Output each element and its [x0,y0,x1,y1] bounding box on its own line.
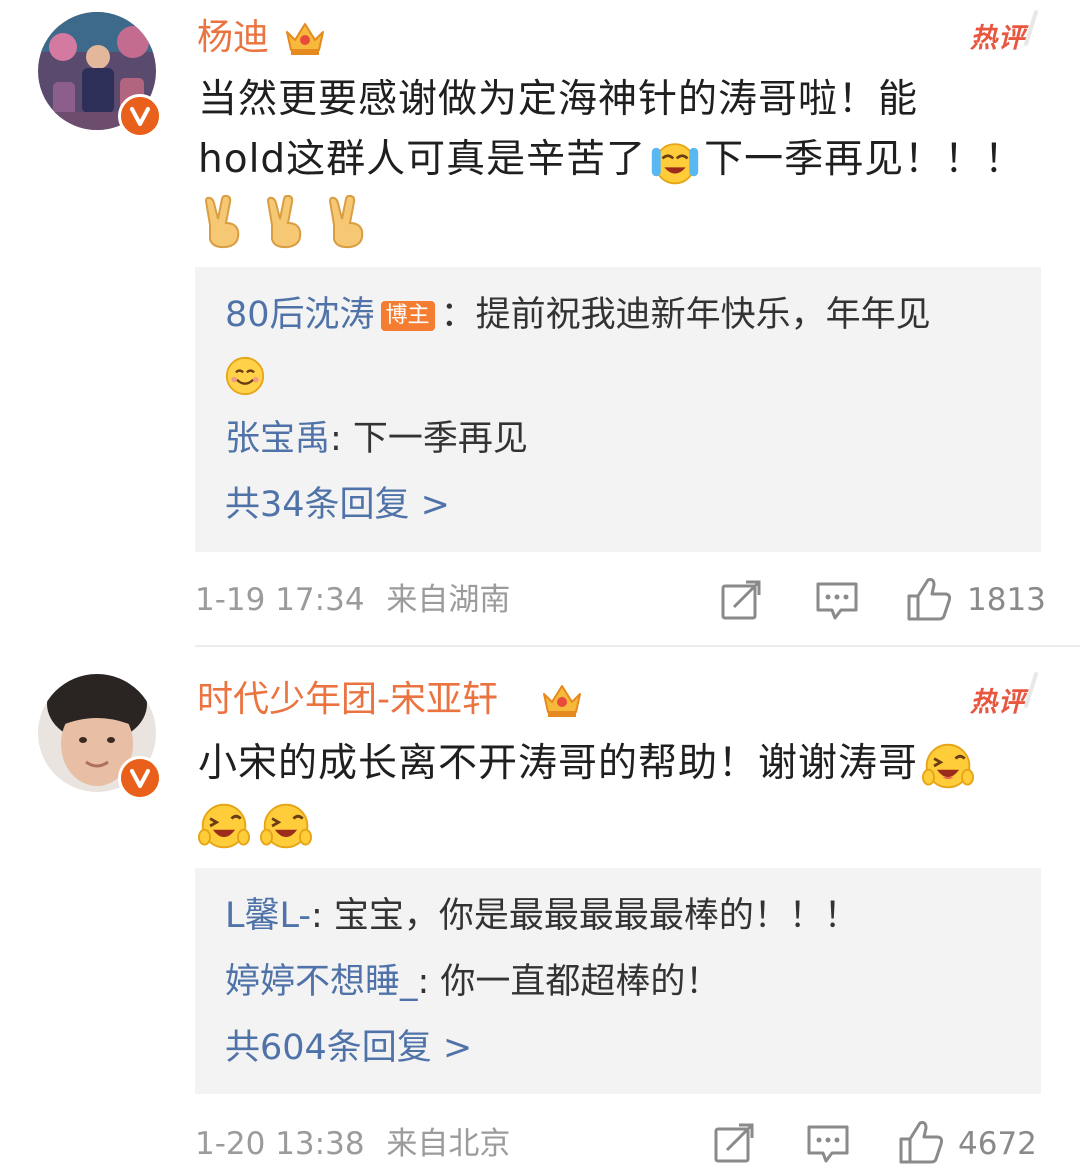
comment-username[interactable]: 时代少年团-宋亚轩 [197,678,498,722]
like-count: 1813 [967,582,1046,618]
wink-laugh-emoji [198,800,250,852]
reply-item[interactable]: 婷婷不想睡_: 你一直都超棒的！ [225,954,1011,1010]
reply-username[interactable]: 婷婷不想睡_ [225,962,418,1002]
reply-preview-box[interactable]: 80后沈涛 博主 ：提前祝我迪新年快乐，年年见 张宝禹: 下一季再见 共34条回复 … [195,267,1041,552]
victory-hand-emoji [200,194,246,249]
comment-item: 时代少年团-宋亚轩 热评 小宋的成长离不开涛哥的帮助！谢谢涛哥 L馨L-: 宝宝… [0,648,1080,1168]
view-all-replies-link[interactable]: 共34条回复 > [225,477,1011,533]
victory-hand-emoji [324,194,370,249]
reply-preview-box[interactable]: L馨L-: 宝宝，你是最最最最最棒的！！！ 婷婷不想睡_: 你一直都超棒的！ 共… [195,868,1041,1094]
comment-username[interactable]: 杨迪 [197,16,269,60]
share-icon[interactable] [720,579,762,621]
comment-text: 小宋的成长离不开涛哥的帮助！谢谢涛哥 [198,734,1038,854]
thumbs-up-icon[interactable] [906,576,952,622]
comment-text-part: 下一季再见！！！ [704,137,1025,182]
verified-badge [118,756,162,800]
comment-timestamp: 1-20 13:38 [195,1126,365,1162]
share-icon[interactable] [713,1122,755,1164]
hot-badge-decoration [1022,670,1040,710]
hot-comment-badge: 热评 [970,687,1026,718]
smile-emoji [225,356,265,396]
comment-location: 来自湖南 [386,582,511,618]
verified-v-icon [121,759,159,797]
view-all-replies-link[interactable]: 共604条回复 > [225,1020,1011,1076]
reply-username[interactable]: L馨L- [225,896,311,936]
reply-item[interactable]: 80后沈涛 博主 ：提前祝我迪新年快乐，年年见 [225,287,1011,343]
comment-timestamp: 1-19 17:34 [195,582,365,618]
comment-text-line: hold这群人可真是辛苦了 下一季再见！！！ [198,130,1038,190]
comment-icon[interactable] [815,580,859,622]
wink-laugh-emoji [260,800,312,852]
thumbs-up-icon[interactable] [898,1119,944,1165]
crown-icon [283,18,327,58]
comment-text: 当然更要感谢做为定海神针的涛哥啦！能 hold这群人可真是辛苦了 下一季再见！！… [198,70,1038,250]
reply-item[interactable]: L馨L-: 宝宝，你是最最最最最棒的！！！ [225,888,1011,944]
comment-icon[interactable] [806,1123,850,1165]
verified-badge [118,94,162,138]
reply-text: : 下一季再见 [330,419,528,459]
like-count: 4672 [958,1126,1037,1162]
crown-icon [540,680,584,720]
reply-username[interactable]: 80后沈涛 [225,295,375,335]
comment-text-line: 小宋的成长离不开涛哥的帮助！谢谢涛哥 [198,734,1038,794]
comment-emoji-row [198,190,1038,250]
victory-hand-emoji [262,194,308,249]
hot-comment-badge: 热评 [970,23,1026,54]
comment-text-line: 当然更要感谢做为定海神针的涛哥啦！能 [198,77,919,122]
reply-text: : 宝宝，你是最最最最最棒的！！！ [311,896,859,936]
comment-divider [195,645,1080,647]
comment-location: 来自北京 [386,1126,511,1162]
laughing-crying-emoji [650,137,700,187]
reply-text: ：提前祝我迪新年快乐，年年见 [440,295,931,335]
reply-username[interactable]: 张宝禹 [225,419,330,459]
blogger-badge: 博主 [380,301,435,331]
comment-emoji-row [198,794,1038,854]
comment-text-part: hold这群人可真是辛苦了 [198,137,647,182]
hot-badge-decoration [1022,8,1040,48]
comment-meta: 1-19 17:34 来自湖南 [195,580,510,620]
comment-item: 杨迪 热评 当然更要感谢做为定海神针的涛哥啦！能 hold这群人可真是辛苦了 下 [0,0,1080,640]
wink-laugh-emoji [922,740,975,792]
comment-meta: 1-20 13:38 来自北京 [195,1124,510,1164]
reply-item[interactable]: 张宝禹: 下一季再见 [225,411,1011,467]
verified-v-icon [121,97,159,135]
reply-text: : 你一直都超棒的！ [417,962,721,1002]
comment-text-part: 小宋的成长离不开涛哥的帮助！谢谢涛哥 [198,741,919,786]
reply-emoji-line [225,347,1011,403]
